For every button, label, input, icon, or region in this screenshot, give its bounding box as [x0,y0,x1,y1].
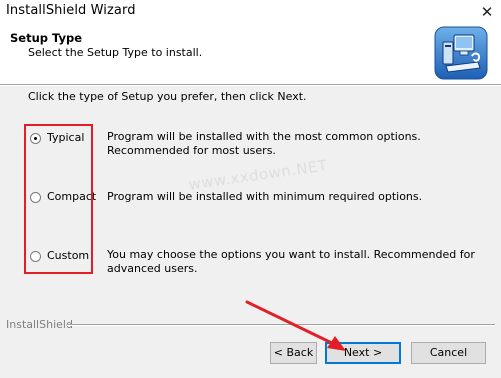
annotation-arrow [245,300,346,351]
